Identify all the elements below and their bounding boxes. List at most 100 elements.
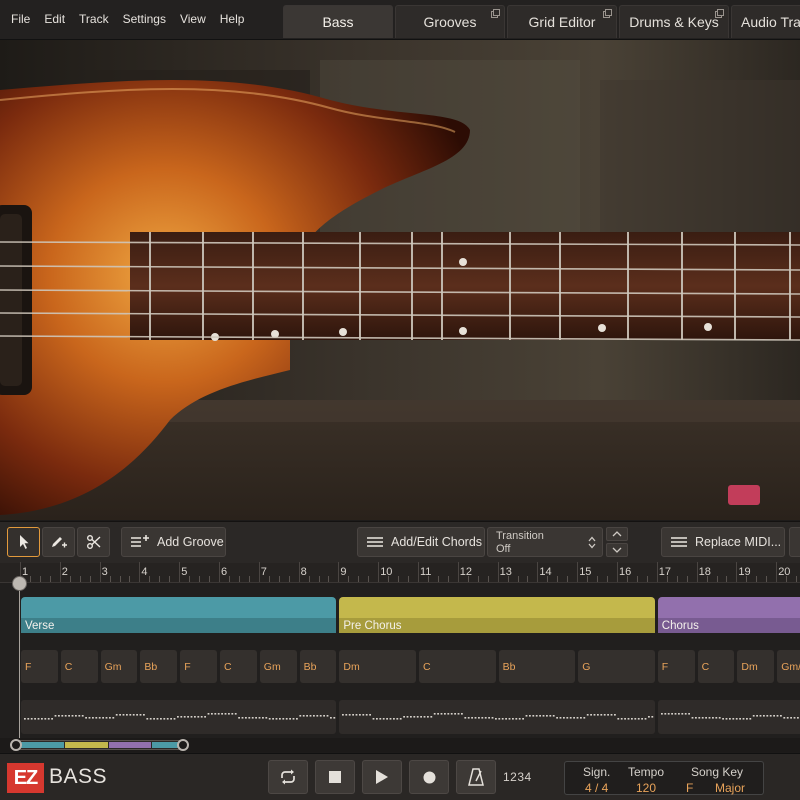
ruler-beat-tick: [517, 576, 519, 582]
more-toolbar-button[interactable]: [789, 527, 800, 557]
ruler-bar-number: 15: [579, 566, 592, 578]
tempo-value[interactable]: 120: [636, 781, 656, 795]
transition-down-button[interactable]: [606, 543, 628, 557]
tab-audio-tracker[interactable]: Audio Tra: [731, 5, 800, 38]
ruler-beat-tick: [477, 576, 479, 582]
song-info-panel[interactable]: Sign. 4 / 4 Tempo 120 Song Key F Major: [564, 761, 764, 795]
song-part-pre-chorus[interactable]: Pre Chorus: [339, 597, 655, 633]
part-name: Chorus: [661, 620, 699, 632]
ruler-beat-tick: [527, 576, 529, 582]
overview-strip[interactable]: [16, 740, 184, 750]
replace-midi-button[interactable]: Replace MIDI...: [661, 527, 785, 557]
replace-midi-icon: [671, 537, 687, 547]
groove-lane[interactable]: [21, 700, 337, 734]
pencil-plus-icon: [51, 537, 67, 548]
ruler-beat-tick: [89, 576, 91, 582]
tab-bass[interactable]: Bass: [283, 5, 393, 38]
tab-label: Bass: [322, 14, 354, 30]
menu-edit[interactable]: Edit: [37, 12, 72, 26]
add-groove-icon: [131, 535, 149, 547]
tab-grooves[interactable]: Grooves: [395, 5, 505, 38]
ruler-beat-tick: [726, 576, 728, 582]
popout-icon[interactable]: [491, 9, 500, 18]
ruler-bar-number: 14: [539, 566, 552, 578]
add-edit-chords-button[interactable]: Add/Edit Chords: [357, 527, 485, 557]
chord-block[interactable]: Dm: [737, 650, 775, 683]
chord-block[interactable]: C: [220, 650, 257, 683]
overview-left-handle[interactable]: [10, 739, 22, 751]
song-part-chorus[interactable]: Chorus: [657, 597, 800, 633]
record-icon: [423, 771, 435, 783]
ruler-beat-tick: [636, 576, 638, 582]
metronome-button[interactable]: [456, 760, 496, 794]
chord-block[interactable]: G: [578, 650, 655, 683]
chord-block[interactable]: C: [697, 650, 735, 683]
groove-notes: [342, 713, 654, 720]
tab-grid-editor[interactable]: Grid Editor: [507, 5, 617, 38]
ruler-bar-line: [378, 562, 380, 582]
chord-block[interactable]: Bb: [299, 650, 337, 683]
tab-label: Drums & Keys: [629, 14, 719, 30]
ruler-bar-line: [497, 562, 499, 582]
ruler-bar-number: 13: [499, 566, 512, 578]
chord-block[interactable]: C: [419, 650, 496, 683]
add-groove-button[interactable]: Add Groove: [121, 527, 226, 557]
ruler-beat-tick: [29, 576, 31, 582]
popout-icon[interactable]: [603, 9, 612, 18]
ruler-beat-tick: [149, 576, 151, 582]
groove-lane[interactable]: [339, 700, 655, 734]
key-mode-value[interactable]: Major: [715, 781, 745, 795]
ruler-beat-tick: [408, 576, 410, 582]
overview-right-handle[interactable]: [177, 739, 189, 751]
playhead-handle[interactable]: [12, 576, 27, 591]
song-overview: [0, 738, 800, 752]
ruler-beat-tick: [467, 576, 469, 582]
chord-block[interactable]: Gm/...: [777, 650, 800, 683]
ruler-beat-tick: [447, 576, 449, 582]
key-root-value[interactable]: F: [686, 781, 693, 795]
song-part-verse[interactable]: Verse: [21, 597, 337, 633]
transition-up-button[interactable]: [606, 527, 628, 541]
menu-help[interactable]: Help: [213, 12, 252, 26]
count-in-button[interactable]: 1234: [503, 770, 532, 784]
play-button[interactable]: [362, 760, 402, 794]
ruler-beat-tick: [238, 576, 240, 582]
chord-block[interactable]: F: [180, 650, 217, 683]
stop-button[interactable]: [315, 760, 355, 794]
menu-file[interactable]: File: [4, 12, 37, 26]
groove-lane[interactable]: [657, 700, 800, 734]
ruler-bar-line: [418, 562, 419, 582]
signature-value[interactable]: 4 / 4: [585, 781, 608, 795]
timeline-ruler[interactable]: 1 2 3 4 5 6 7 8 9 10 11 12 13 14 15 16 17 18 19 20: [0, 562, 800, 583]
ruler-bar-line: [577, 562, 579, 582]
ruler-beat-tick: [626, 576, 628, 582]
transition-dropdown[interactable]: Transition Off: [487, 527, 603, 557]
ruler-beat-tick: [547, 576, 549, 582]
chord-block[interactable]: F: [21, 650, 58, 683]
ruler-beat-tick: [398, 576, 400, 582]
record-button[interactable]: [409, 760, 449, 794]
chord-block[interactable]: F: [657, 650, 695, 683]
menu-settings[interactable]: Settings: [116, 12, 173, 26]
chord-block[interactable]: C: [60, 650, 98, 683]
menu-bar: File Edit Track Settings View Help: [4, 0, 251, 38]
ruler-bar-line: [617, 562, 618, 582]
pointer-tool-button[interactable]: [7, 527, 40, 557]
ruler-bar-line: [696, 562, 698, 582]
chord-block[interactable]: Bb: [498, 650, 576, 683]
menu-view[interactable]: View: [173, 12, 213, 26]
loop-button[interactable]: [268, 760, 308, 794]
bottom-bar: EZ BASS 1234 Sign. 4 / 4 Tempo 120 Song …: [0, 753, 800, 800]
pencil-tool-button[interactable]: [42, 527, 75, 557]
pointer-icon: [19, 535, 28, 549]
tab-drums-keys[interactable]: Drums & Keys: [619, 5, 729, 38]
chord-block[interactable]: Gm: [100, 650, 138, 683]
scissors-tool-button[interactable]: [77, 527, 110, 557]
ruler-bar-number: 2: [61, 566, 68, 578]
chord-block[interactable]: Dm: [339, 650, 416, 683]
popout-icon[interactable]: [715, 9, 724, 18]
menu-track[interactable]: Track: [72, 12, 116, 26]
edit-toolbar: Add Groove Add/Edit Chords Transition Of…: [0, 521, 800, 563]
chord-block[interactable]: Gm: [259, 650, 297, 683]
chord-block[interactable]: Bb: [140, 650, 178, 683]
